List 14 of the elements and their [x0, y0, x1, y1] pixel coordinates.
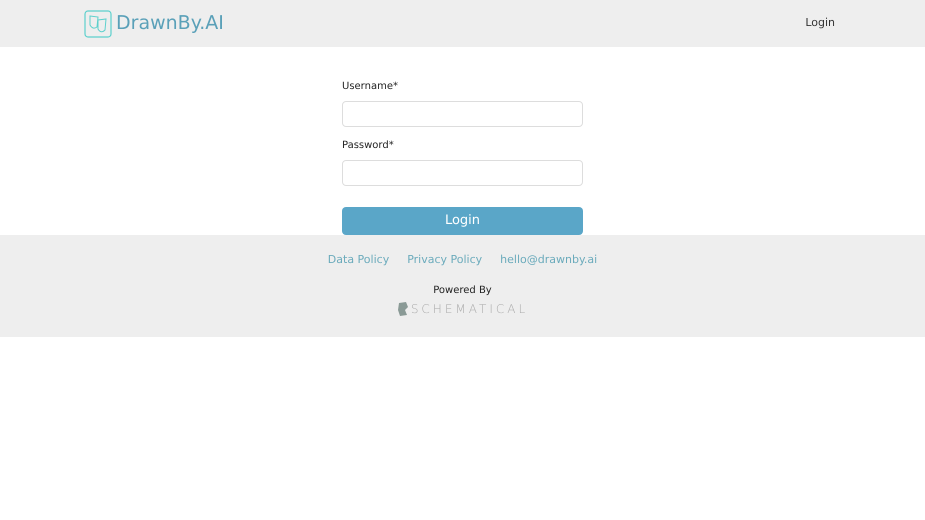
login-link[interactable]: Login — [805, 15, 835, 32]
brand-icon — [396, 300, 409, 316]
input-field[interactable] — [342, 101, 583, 127]
brand-text: SCHEMATICAL — [410, 300, 528, 318]
logo-text: DrawnBy.AI — [116, 11, 224, 36]
login-button[interactable]: Login — [342, 207, 583, 235]
powered-by-text: Powered By — [433, 284, 492, 298]
field-label: Username* — [342, 80, 399, 94]
logo-icon — [84, 10, 112, 38]
footer-link[interactable]: hello@drawnby.ai — [500, 252, 598, 268]
footer-link[interactable]: Privacy Policy — [407, 252, 482, 268]
input-field[interactable] — [342, 160, 583, 186]
field-label: Password* — [342, 139, 395, 153]
footer-link[interactable]: Data Policy — [328, 252, 390, 268]
